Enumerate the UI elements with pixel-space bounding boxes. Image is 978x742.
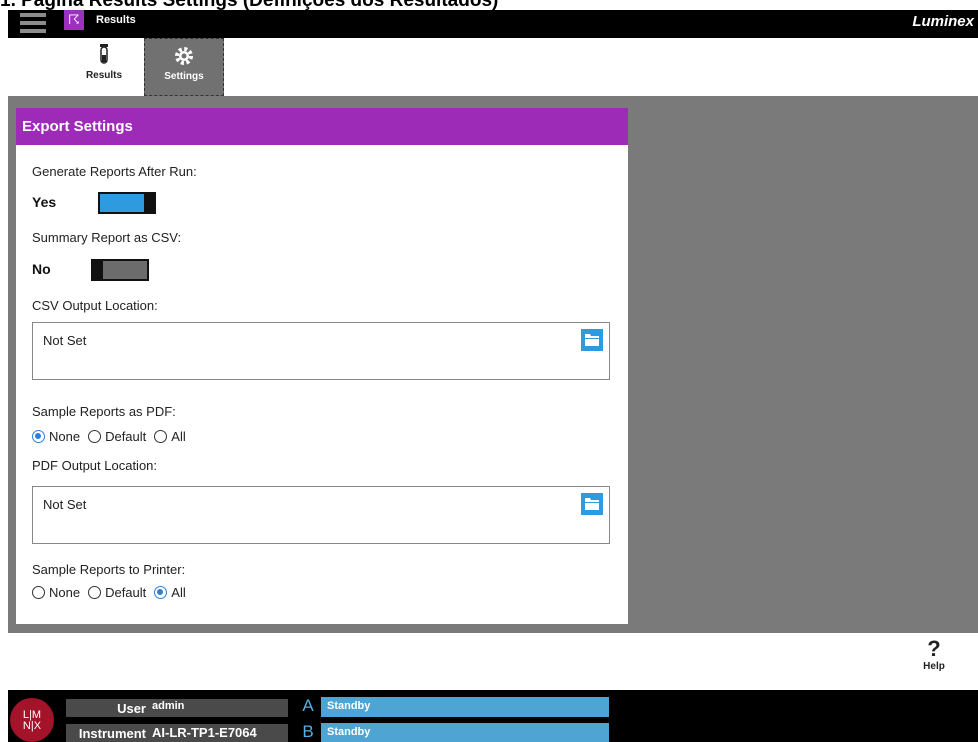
folder-icon[interactable]	[581, 493, 603, 515]
module-a-status[interactable]: Standby	[321, 697, 609, 717]
status-bar: L|M N|X User admin Instrument AI-LR-TP1-E…	[8, 690, 978, 742]
pdf-location-value: Not Set	[43, 497, 87, 512]
module-b-letter: B	[302, 722, 314, 741]
radio-empty-icon	[154, 430, 168, 443]
generate-reports-label: Generate Reports After Run:	[32, 164, 197, 179]
radio-empty-icon	[88, 430, 102, 443]
radio-option[interactable]: All	[154, 585, 186, 600]
toggle-fill	[103, 261, 147, 279]
help-button[interactable]: ? Help	[914, 636, 954, 673]
sample-pdf-label: Sample Reports as PDF:	[32, 404, 176, 419]
app-title: Results	[96, 14, 136, 26]
radio-option[interactable]: None	[32, 429, 80, 444]
user-label: User	[117, 701, 146, 716]
lmnx-logo: L|M N|X	[10, 698, 54, 742]
export-settings-panel: Export Settings Generate Reports After R…	[16, 108, 628, 624]
help-label: Help	[923, 661, 945, 672]
summary-csv-value: No	[32, 261, 51, 277]
test-tube-icon	[64, 42, 144, 68]
radio-selected-icon	[32, 430, 45, 443]
instrument-info: Instrument AI-LR-TP1-E7064	[66, 724, 288, 742]
csv-location-value: Not Set	[43, 333, 87, 348]
sample-printer-label: Sample Reports to Printer:	[32, 562, 186, 577]
csv-location-field[interactable]: Not Set	[32, 322, 610, 380]
radio-option[interactable]: Default	[88, 429, 146, 444]
summary-csv-toggle[interactable]	[91, 259, 149, 281]
toggle-fill	[100, 194, 144, 212]
panel-title: Export Settings	[16, 108, 628, 145]
generate-reports-value: Yes	[32, 194, 57, 210]
csv-location-label: CSV Output Location:	[32, 298, 158, 313]
tab-label: Settings	[164, 71, 204, 82]
radio-empty-icon	[32, 586, 45, 599]
top-bar: ☈ Results Luminex	[8, 10, 978, 38]
tab-bar: Results Settings	[8, 38, 978, 96]
radio-selected-icon	[154, 586, 168, 599]
instrument-label: Instrument	[78, 726, 146, 741]
document-caption: 1. Página Results Settings (Definições d…	[0, 0, 978, 10]
folder-icon[interactable]	[581, 329, 603, 351]
sample-printer-radio-group: None Default All	[32, 585, 194, 600]
brand-logo: Luminex	[912, 13, 974, 30]
radio-option[interactable]: Default	[88, 585, 146, 600]
tab-results[interactable]: Results	[64, 38, 144, 96]
gear-icon	[145, 43, 223, 69]
pdf-location-label: PDF Output Location:	[32, 458, 158, 473]
user-info: User admin	[66, 699, 288, 717]
sample-pdf-radio-group: None Default All	[32, 429, 194, 444]
tab-label: Results	[85, 70, 123, 81]
instrument-value: AI-LR-TP1-E7064	[152, 725, 257, 740]
tab-settings[interactable]: Settings	[144, 38, 224, 96]
help-bar: ? Help	[8, 633, 978, 690]
summary-csv-label: Summary Report as CSV:	[32, 230, 182, 245]
generate-reports-toggle[interactable]	[98, 192, 156, 214]
hamburger-menu-icon[interactable]	[20, 13, 46, 33]
radio-option[interactable]: None	[32, 585, 80, 600]
help-icon: ?	[927, 636, 941, 661]
module-b-status[interactable]: Standby	[321, 723, 609, 742]
radio-empty-icon	[88, 586, 102, 599]
pdf-location-field[interactable]: Not Set	[32, 486, 610, 544]
module-a-letter: A	[302, 696, 314, 715]
dna-icon: ☈	[64, 10, 84, 30]
radio-option[interactable]: All	[154, 429, 186, 444]
user-value: admin	[152, 700, 185, 712]
